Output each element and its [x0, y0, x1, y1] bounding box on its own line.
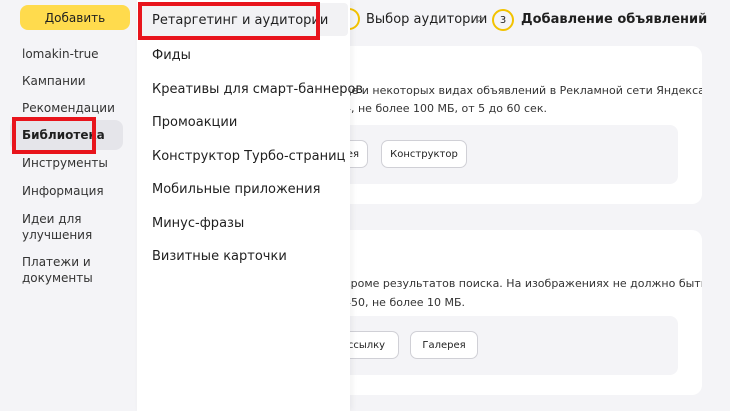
chevron-right-icon: >: [475, 12, 486, 27]
menu-item-feeds[interactable]: Фиды: [152, 48, 191, 63]
card1-constructor-button[interactable]: Конструктор: [381, 140, 467, 168]
card2-gallery-button[interactable]: Галерея: [410, 331, 478, 359]
menu-item-turbo-pages[interactable]: Конструктор Турбо-страниц: [152, 149, 345, 164]
sidebar-item-campaigns[interactable]: Кампании: [22, 73, 86, 89]
sidebar-item-tools[interactable]: Инструменты: [22, 155, 108, 171]
card1-description-line1: це и некоторых видах объявлений в Реклам…: [344, 84, 709, 97]
sidebar-item-account[interactable]: lomakin-true: [22, 46, 99, 62]
card1-description-line2: 4, не более 100 МБ, от 5 до 60 сек.: [344, 102, 547, 115]
retargeting-highlight-box: [138, 2, 320, 40]
card2-description-line2: 450, не более 10 МБ.: [344, 296, 466, 309]
image-ad-card: кроме результатов поиска. На изображения…: [320, 230, 707, 395]
menu-item-promotions[interactable]: Промоакции: [152, 115, 237, 130]
video-ad-card: це и некоторых видах объявлений в Реклам…: [320, 46, 708, 204]
sidebar-item-recommendations[interactable]: Рекомендации: [22, 100, 115, 116]
library-dropdown-menu: Ретаргетинг и аудитории Фиды Креативы дл…: [137, 0, 363, 411]
step-3-label[interactable]: Добавление объявлений: [521, 12, 707, 27]
sidebar-item-payments[interactable]: Платежи и документы: [22, 254, 93, 286]
card1-upload-area: лерея Конструктор: [320, 125, 678, 184]
step-2-label[interactable]: Выбор аудитории: [366, 12, 487, 27]
sidebar-item-information[interactable]: Информация: [22, 183, 104, 199]
menu-item-mobile-apps[interactable]: Мобильные приложения: [152, 182, 320, 197]
sidebar-item-ideas[interactable]: Идеи для улучшения: [22, 211, 92, 243]
add-button[interactable]: Добавить: [20, 5, 130, 30]
card2-upload-area: ть ссылку Галерея: [320, 316, 678, 375]
library-highlight-box: [12, 117, 96, 154]
sidebar: Добавить lomakin-true Кампании Рекоменда…: [0, 0, 137, 411]
menu-item-business-cards[interactable]: Визитные карточки: [152, 249, 287, 264]
menu-item-smart-banner-creatives[interactable]: Креативы для смарт-баннеров: [152, 82, 363, 97]
menu-item-negative-keywords[interactable]: Минус-фразы: [152, 216, 244, 231]
card2-description-line1: кроме результатов поиска. На изображения…: [344, 277, 708, 290]
page-right-background: [702, 44, 730, 411]
step-3-circle: 3: [492, 9, 514, 31]
